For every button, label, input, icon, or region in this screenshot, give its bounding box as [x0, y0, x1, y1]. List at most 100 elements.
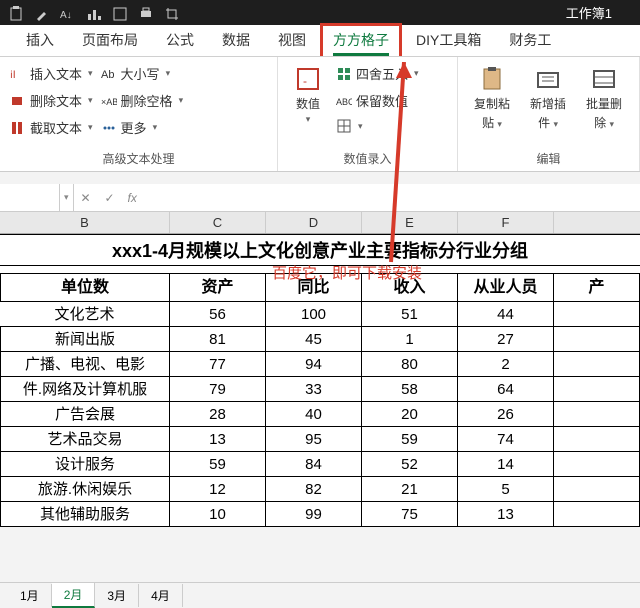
header-col2: 同比 [266, 274, 362, 302]
ribbon: ⅰⅠ 插入文本▾ 删除文本▾ 截取文本▾ Ab 大小写▾ ×AB [0, 57, 640, 172]
cut-text-button[interactable]: 截取文本▾ [10, 117, 93, 138]
copypaste-label2: 贴 [482, 116, 494, 130]
numeric-icon: - [294, 65, 322, 93]
cell [554, 477, 640, 502]
addins-button[interactable]: 新增插 件 ▾ [524, 63, 572, 133]
table-row[interactable]: 新闻出版8145127 [0, 327, 640, 352]
svg-text:A↓: A↓ [60, 10, 72, 21]
sheet-tab-2[interactable]: 2月 [52, 583, 96, 608]
numeric-button[interactable]: - 数值 ▾ [288, 63, 328, 127]
cell: 95 [266, 427, 362, 452]
copypaste-button[interactable]: 复制粘 贴 ▾ [468, 63, 516, 133]
row-label: 广告会展 [0, 402, 170, 427]
more-icon [101, 120, 117, 136]
table-row[interactable]: 其他辅助服务10997513 [0, 502, 640, 527]
case-button[interactable]: Ab 大小写▾ [101, 63, 171, 84]
col-header-E[interactable]: E [362, 212, 458, 233]
table-row[interactable]: 旅游.休闲娱乐1282215 [0, 477, 640, 502]
cell: 74 [458, 427, 554, 452]
sheet-tab-1[interactable]: 1月 [8, 584, 52, 607]
col-header-B[interactable]: B [0, 212, 170, 233]
table-row[interactable]: 艺术品交易13955974 [0, 427, 640, 452]
table-header-row[interactable]: 单位数 资产 同比 收入 从业人员 产 [0, 274, 640, 302]
cell: 33 [266, 377, 362, 402]
cell: 12 [170, 477, 266, 502]
row-label: 设计服务 [0, 452, 170, 477]
batchdel-button[interactable]: 批量删 除 ▾ [580, 63, 628, 133]
svg-text:ABC: ABC [336, 97, 352, 107]
name-box[interactable] [0, 184, 60, 211]
more-button[interactable]: 更多▾ [101, 117, 158, 138]
delete-text-button[interactable]: 删除文本▾ [10, 90, 93, 111]
tab-finance[interactable]: 财务工 [495, 24, 565, 56]
cell: 75 [362, 502, 458, 527]
round-label: 四舍五入 [356, 64, 408, 83]
tab-layout[interactable]: 页面布局 [68, 24, 152, 56]
cell: 52 [362, 452, 458, 477]
print-icon[interactable] [138, 6, 154, 20]
table-row[interactable]: 件.网络及计算机服79335864 [0, 377, 640, 402]
svg-text:ⅰⅠ: ⅰⅠ [10, 70, 16, 81]
table-row[interactable]: 设计服务59845214 [0, 452, 640, 477]
more-label: 更多 [121, 118, 147, 137]
cell: 28 [170, 402, 266, 427]
spreadsheet[interactable]: B C D E F xxx1-4月规模以上文化创意产业主要指标分行业分组 单位数… [0, 212, 640, 527]
col-header-D[interactable]: D [266, 212, 362, 233]
cell: 10 [170, 502, 266, 527]
tab-diy-toolbox[interactable]: DIY工具箱 [402, 24, 495, 56]
table-title-row[interactable]: xxx1-4月规模以上文化创意产业主要指标分行业分组 [0, 234, 640, 266]
batchdel-icon [590, 65, 618, 93]
cell: 20 [362, 402, 458, 427]
sheet-tab-3[interactable]: 3月 [95, 584, 139, 607]
paste-icon[interactable] [8, 6, 24, 20]
group-text-label: 高级文本处理 [10, 150, 267, 168]
fx-label: fx [128, 191, 137, 205]
table-row[interactable]: 文化艺术561005144 [0, 302, 640, 327]
formula-bar[interactable]: fx [122, 184, 640, 211]
row-label: 新闻出版 [0, 327, 170, 352]
cell: 82 [266, 477, 362, 502]
round-button[interactable]: 四舍五入▾ [336, 63, 419, 84]
batchdel-label1: 批量删 [586, 95, 622, 112]
border-icon[interactable] [112, 6, 128, 20]
round-icon [336, 66, 352, 82]
table-row[interactable]: 广告会展28402026 [0, 402, 640, 427]
cell: 79 [170, 377, 266, 402]
brush-icon[interactable] [34, 6, 50, 20]
cell: 13 [458, 502, 554, 527]
cut-text-icon [10, 120, 26, 136]
accept-formula-icon[interactable]: ✓ [98, 184, 122, 211]
table-row[interactable]: 广播、电视、电影7794802 [0, 352, 640, 377]
tab-data[interactable]: 数据 [208, 24, 264, 56]
tab-formula[interactable]: 公式 [152, 24, 208, 56]
delete-space-button[interactable]: ×AB 删除空格▾ [101, 90, 184, 111]
cell: 13 [170, 427, 266, 452]
namebox-dropdown-icon[interactable]: ▾ [64, 192, 69, 203]
cell [554, 327, 640, 352]
tab-insert[interactable]: 插入 [12, 24, 68, 56]
crop-icon[interactable] [164, 6, 180, 20]
tab-view[interactable]: 视图 [264, 24, 320, 56]
row-label: 件.网络及计算机服 [0, 377, 170, 402]
numeric-extra-button[interactable]: ▾ [336, 117, 363, 135]
col-header-F[interactable]: F [458, 212, 554, 233]
title-bar: A↓ 工作簿1 [0, 0, 640, 25]
header-col4: 从业人员 [458, 274, 554, 302]
cell: 2 [458, 352, 554, 377]
sort-icon[interactable]: A↓ [60, 6, 76, 20]
row-label: 其他辅助服务 [0, 502, 170, 527]
col-header-C[interactable]: C [170, 212, 266, 233]
cell: 59 [170, 452, 266, 477]
cancel-formula-icon[interactable]: ✕ [74, 184, 98, 211]
cell: 14 [458, 452, 554, 477]
insert-text-button[interactable]: ⅰⅠ 插入文本▾ [10, 63, 93, 84]
header-col0: 单位数 [0, 274, 170, 302]
sheet-tab-4[interactable]: 4月 [139, 584, 183, 607]
formula-bar-row: ▾ ✕ ✓ fx [0, 184, 640, 212]
keep-numeric-button[interactable]: ABC 保留数值 [336, 90, 408, 111]
chart-icon[interactable] [86, 6, 102, 20]
svg-text:Ab: Ab [101, 69, 114, 81]
tab-fangfanggezi[interactable]: 方方格子 [320, 23, 402, 56]
sheet-tabs: 1月 2月 3月 4月 [0, 582, 640, 607]
cell: 94 [266, 352, 362, 377]
